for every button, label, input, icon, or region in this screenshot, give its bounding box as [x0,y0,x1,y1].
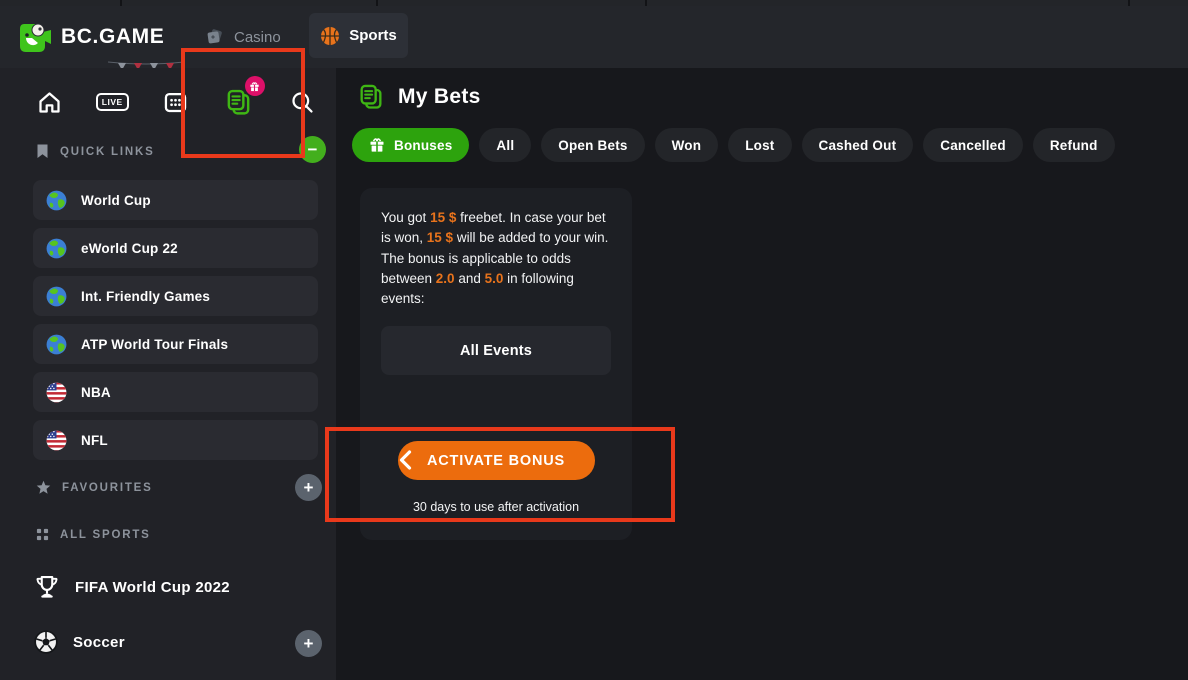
bonus-amount: 15 $ [427,230,453,245]
filter-all[interactable]: All [479,128,531,162]
quick-link-label: NBA [81,385,111,400]
filter-label: Cancelled [940,138,1006,153]
bonus-badge [245,76,265,96]
bonus-message-text: You got [381,210,430,225]
trophy-icon [33,573,61,601]
bonus-message: You got 15 $ freebet. In case your bet i… [381,208,611,309]
quick-links-collapse-button[interactable]: − [299,136,326,163]
search-icon[interactable] [285,85,319,119]
filter-label: Cashed Out [819,138,897,153]
card-spacer [381,375,611,441]
logo-wordmark: BC.GAME [61,25,164,49]
filter-label: Refund [1050,138,1098,153]
sidebar-icon-row: LIVE [32,84,319,120]
favourites-title: FAVOURITES [62,482,153,494]
nav-tab-casino[interactable]: Casino [205,6,281,68]
page-title: My Bets [398,85,481,109]
bet-filter-pills: Bonuses All Open Bets Won Lost Cashed Ou… [352,128,1115,162]
my-bets-icon [357,83,385,111]
sports-label: Sports [349,27,397,44]
globe-icon [45,285,68,308]
soccer-ball-icon [33,629,59,655]
globe-icon [45,237,68,260]
calendar-icon[interactable] [159,85,193,119]
bcgame-logo[interactable]: BC.GAME [16,18,164,56]
top-navbar: BC.GAME Casino [0,6,1188,68]
filter-refund[interactable]: Refund [1033,128,1115,162]
usa-flag-icon [45,381,68,404]
quick-link-world-cup[interactable]: World Cup [33,180,318,220]
filter-won[interactable]: Won [655,128,719,162]
sidebar: LIVE [0,68,336,680]
bcgame-logo-icon [16,18,54,56]
quick-link-nba[interactable]: NBA [33,372,318,412]
all-sports-header: ALL SPORTS [36,528,151,541]
all-events-button[interactable]: All Events [381,326,611,375]
quick-link-int-friendly[interactable]: Int. Friendly Games [33,276,318,316]
filter-label: Open Bets [558,138,627,153]
bonus-expiry-note: 30 days to use after activation [381,500,611,514]
quick-link-nfl[interactable]: NFL [33,420,318,460]
bonus-odds-min: 2.0 [436,271,455,286]
quick-links-title: QUICK LINKS [60,146,155,158]
usa-flag-icon [45,429,68,452]
add-soccer-button[interactable]: + [295,630,322,657]
basketball-icon [320,26,340,46]
quick-link-label: NFL [81,433,108,448]
bookmark-icon [36,144,49,159]
my-bets-icon[interactable] [222,85,256,119]
sidebar-item-label: Soccer [73,634,125,651]
activate-bonus-row: ACTIVATE BONUS [381,441,611,480]
filter-open-bets[interactable]: Open Bets [541,128,644,162]
sidebar-item-fifa-world-cup[interactable]: FIFA World Cup 2022 [33,573,230,601]
filter-label: All [496,138,514,153]
quick-links-list: World Cup eWorld Cup 22 Int. Friendly Ga… [33,180,318,468]
filter-cancelled[interactable]: Cancelled [923,128,1023,162]
sidebar-item-soccer[interactable]: Soccer [33,629,125,655]
bonus-amount: 15 $ [430,210,456,225]
sidebar-item-label: FIFA World Cup 2022 [75,579,230,596]
star-icon [36,480,51,495]
all-events-label: All Events [460,343,532,359]
all-sports-title: ALL SPORTS [60,529,151,541]
quick-link-label: Int. Friendly Games [81,289,210,304]
bcgame-app: BC.GAME Casino [0,0,1188,680]
minus-icon: − [308,141,318,158]
quick-link-eworld-cup[interactable]: eWorld Cup 22 [33,228,318,268]
plus-icon: + [304,479,314,496]
home-icon[interactable] [32,85,66,119]
plus-icon: + [304,635,314,652]
casino-cards-icon [205,27,225,47]
add-favourite-button[interactable]: + [295,474,322,501]
quick-link-label: ATP World Tour Finals [81,337,228,352]
quick-link-label: World Cup [81,193,151,208]
globe-icon [45,189,68,212]
activate-bonus-button[interactable]: ACTIVATE BONUS [398,441,595,480]
bonus-message-text: and [455,271,485,286]
casino-label: Casino [234,29,281,46]
quick-links-header: QUICK LINKS [36,144,155,159]
live-icon[interactable]: LIVE [95,85,129,119]
bonus-card: You got 15 $ freebet. In case your bet i… [360,188,632,540]
filter-label: Lost [745,138,774,153]
gift-icon [369,137,385,153]
chevron-left-icon[interactable] [397,449,413,471]
quick-link-atp-finals[interactable]: ATP World Tour Finals [33,324,318,364]
page-title-row: My Bets [357,83,481,111]
filter-lost[interactable]: Lost [728,128,791,162]
live-label: LIVE [96,93,129,111]
bonus-odds-max: 5.0 [485,271,504,286]
filter-label: Won [672,138,702,153]
main-content: My Bets Bonuses All Open Bets Won Lost C… [336,68,1188,680]
quick-link-label: eWorld Cup 22 [81,241,178,256]
filter-bonuses[interactable]: Bonuses [352,128,469,162]
grid-icon [36,528,49,541]
favourites-header: FAVOURITES [36,480,153,495]
nav-tab-sports[interactable]: Sports [309,13,408,58]
globe-icon [45,333,68,356]
filter-label: Bonuses [394,138,452,153]
filter-cashed-out[interactable]: Cashed Out [802,128,914,162]
